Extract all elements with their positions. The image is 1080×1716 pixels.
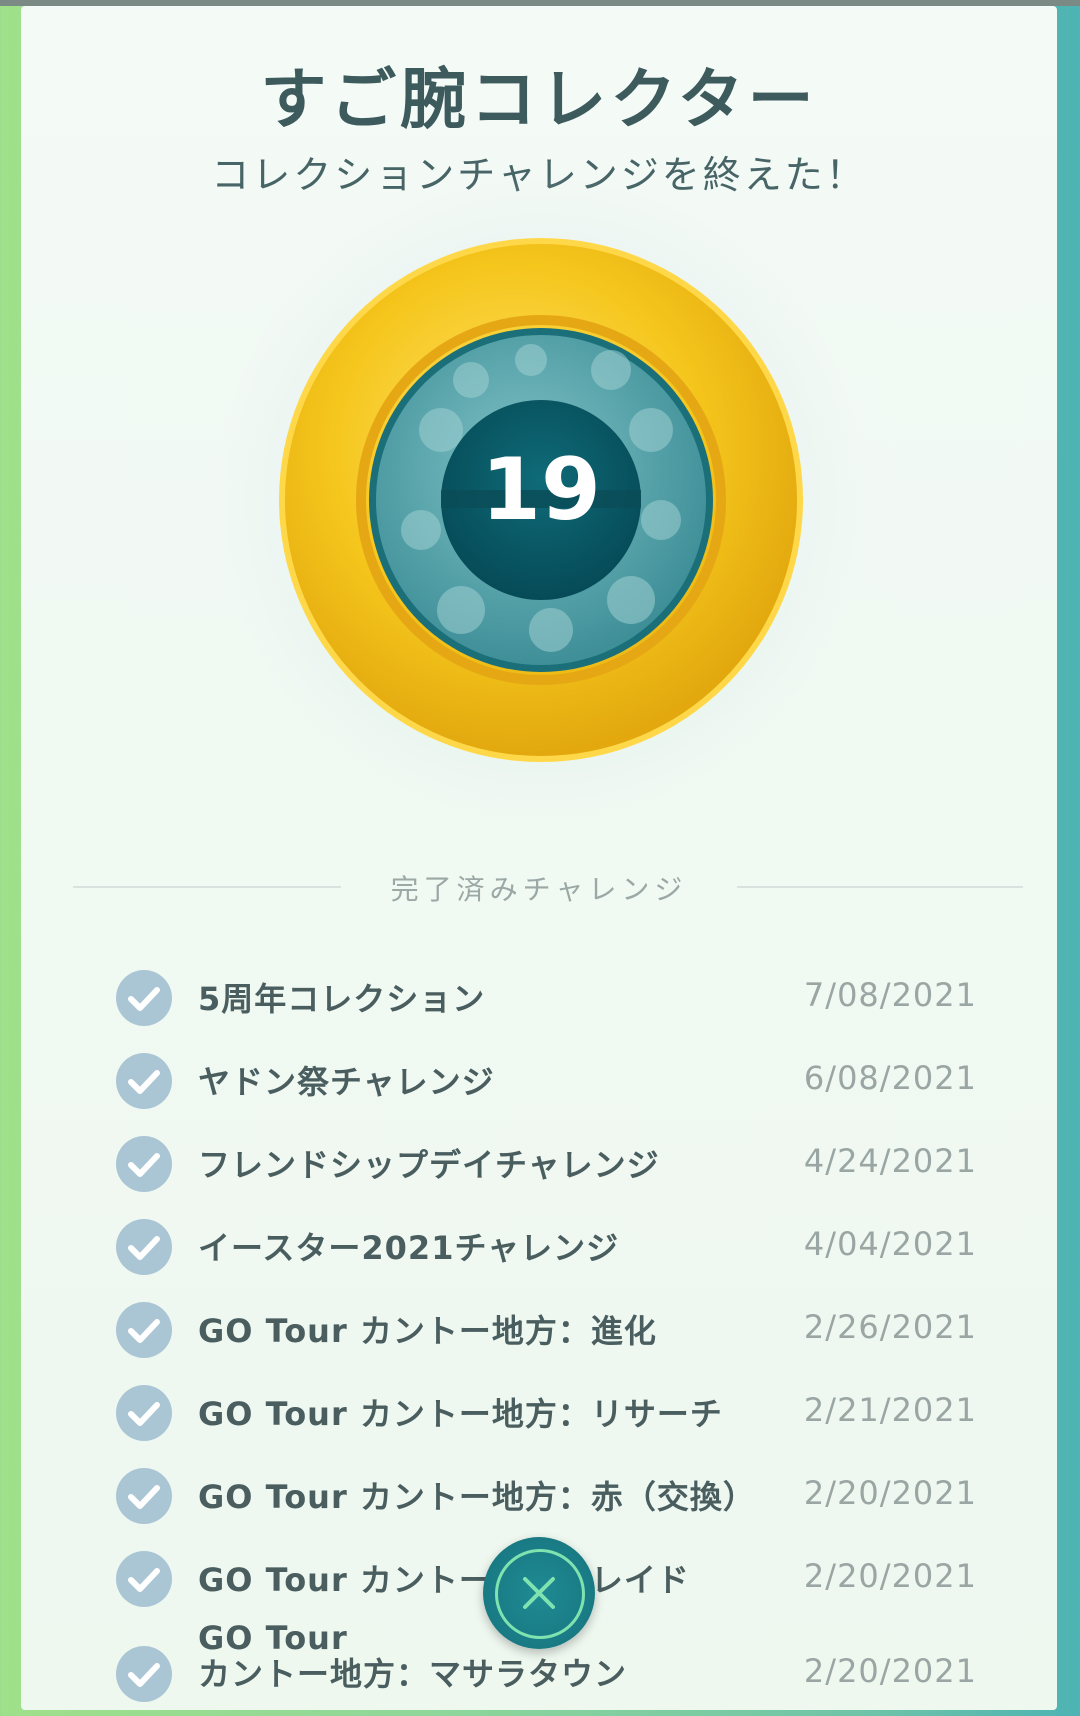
challenge-row: GO Tour カントー地方：赤（交換） 2/20/2021 <box>21 1454 1057 1538</box>
challenge-name: GO Tour カントー地方：進化 <box>198 1312 657 1350</box>
collector-medal: 19 <box>211 170 871 830</box>
check-icon <box>116 1136 172 1192</box>
challenge-date: 2/21/2021 <box>803 1391 977 1429</box>
challenge-date: 6/08/2021 <box>803 1059 977 1097</box>
check-icon <box>116 1302 172 1358</box>
challenge-row: 5周年コレクション 7/08/2021 <box>21 956 1057 1040</box>
challenge-name: イースター2021チャレンジ <box>198 1229 620 1267</box>
check-icon <box>116 970 172 1026</box>
challenge-row: ヤドン祭チャレンジ 6/08/2021 <box>21 1039 1057 1123</box>
section-divider-right <box>737 886 1023 888</box>
check-icon <box>116 1551 172 1607</box>
challenge-date: 4/24/2021 <box>803 1142 977 1180</box>
challenge-name: GO Tour カントー地方：赤（交換） <box>198 1478 756 1516</box>
challenge-date: 2/26/2021 <box>803 1308 977 1346</box>
challenge-row: GO Tour カントー地方：リサーチ 2/21/2021 <box>21 1371 1057 1455</box>
collector-card: すご腕コレクター コレクションチャレンジを終えた！ <box>21 6 1057 1710</box>
page-title: すご腕コレクター <box>260 61 818 138</box>
challenge-date: 2/20/2021 <box>803 1652 977 1690</box>
challenge-name: フレンドシップデイチャレンジ <box>198 1146 660 1184</box>
medal-count: 19 <box>481 440 601 540</box>
section-divider-left <box>73 886 341 888</box>
close-button[interactable] <box>483 1537 595 1649</box>
check-icon <box>116 1053 172 1109</box>
challenge-name: GO Tour カントー地方：マサラタウン <box>198 1619 628 1693</box>
check-icon <box>116 1385 172 1441</box>
challenge-row: イースター2021チャレンジ 4/04/2021 <box>21 1205 1057 1289</box>
challenge-name: GO Tour カントー地方：レイド <box>198 1561 690 1599</box>
challenge-name: GO Tour カントー地方：リサーチ <box>198 1395 723 1433</box>
challenge-name: ヤドン祭チャレンジ <box>198 1063 495 1101</box>
challenge-date: 4/04/2021 <box>803 1225 977 1263</box>
check-icon <box>116 1468 172 1524</box>
challenge-row: フレンドシップデイチャレンジ 4/24/2021 <box>21 1122 1057 1206</box>
challenge-date: 2/20/2021 <box>803 1557 977 1595</box>
check-icon <box>116 1646 172 1702</box>
challenge-date: 7/08/2021 <box>803 976 977 1014</box>
close-icon <box>523 1577 555 1609</box>
challenge-name: 5周年コレクション <box>198 980 486 1018</box>
check-icon <box>116 1219 172 1275</box>
section-label: 完了済みチャレンジ <box>390 873 688 906</box>
challenge-date: 2/20/2021 <box>803 1474 977 1512</box>
challenge-row: GO Tour カントー地方：進化 2/26/2021 <box>21 1288 1057 1372</box>
